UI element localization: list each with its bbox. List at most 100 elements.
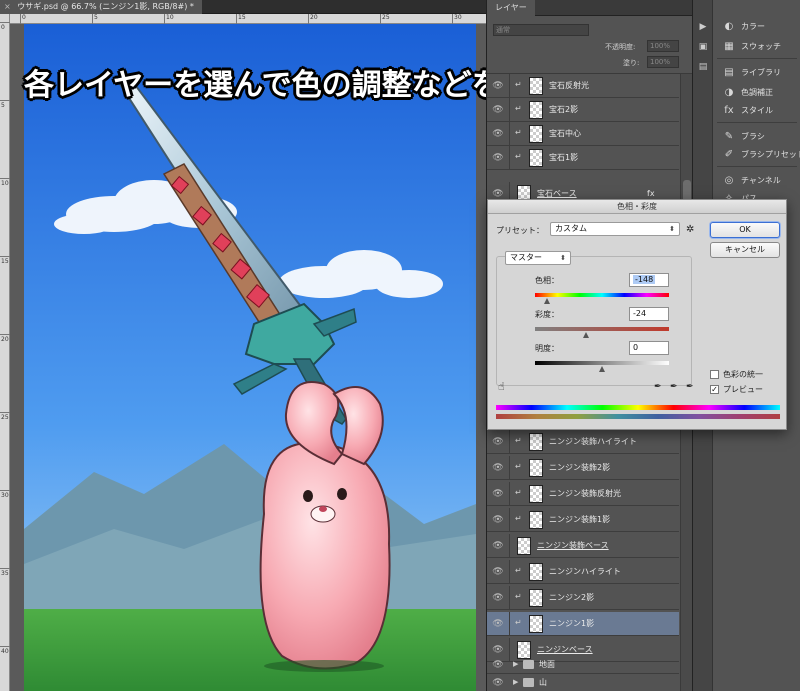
visibility-eye-icon[interactable]: 👁 [491,128,505,140]
layer-name[interactable]: ニンジン装飾2影 [549,456,610,480]
layer-row[interactable]: 👁 ↵ ニンジン装飾反射光 [487,482,679,506]
layer-name[interactable]: ニンジン2影 [549,586,594,610]
ruler-horizontal[interactable]: 0 5 10 15 20 25 30 [10,14,486,24]
layer-thumbnail[interactable] [529,485,543,503]
visibility-eye-icon[interactable]: 👁 [491,488,505,500]
layer-thumbnail[interactable] [517,537,531,555]
dock-panel-button[interactable]: fx スタイル [717,102,799,120]
expand-triangle-icon[interactable]: ▶ [513,678,518,686]
layer-name[interactable]: ニンジン装飾ベース [537,534,609,558]
opacity-field[interactable]: 100% [647,40,679,52]
saturation-slider[interactable] [535,327,669,338]
dock-panel-button[interactable]: ▤ ライブラリ [717,64,799,82]
layer-thumbnail[interactable] [529,563,543,581]
layer-row[interactable]: 👁 ↵ ニンジン装飾ハイライト [487,430,679,454]
layer-row[interactable]: 👁 ↵ ニンジン2影 [487,586,679,610]
tab-layers[interactable]: レイヤー [487,0,535,16]
colorize-checkbox[interactable] [710,370,719,379]
layer-row[interactable]: 👁 ニンジン装飾ベース [487,534,679,558]
layer-name[interactable]: ニンジンハイライト [549,560,621,584]
close-icon[interactable]: × [4,2,11,11]
channel-select[interactable]: マスター ⬍ [505,251,571,265]
fill-field[interactable]: 100% [647,56,679,68]
layer-name[interactable]: ニンジン装飾ハイライト [549,430,637,454]
history-icon[interactable]: ▣ [698,42,708,52]
layer-thumbnail[interactable] [529,101,543,119]
layer-row[interactable]: 👁 ↵ 宝石1影 [487,146,679,170]
eyedropper-icon[interactable]: ✒ [654,382,662,392]
dock-panel-button[interactable]: ✐ ブラシプリセット [717,146,800,164]
group-name[interactable]: 山 [539,674,547,691]
layer-name[interactable]: 宝石1影 [549,146,578,170]
lightness-slider-knob[interactable] [599,366,605,372]
layer-row[interactable]: 👁 ↵ ニンジン装飾2影 [487,456,679,480]
layer-name[interactable]: 宝石2影 [549,98,578,122]
layer-row[interactable]: 👁 ↵ 宝石中心 [487,122,679,146]
layer-name[interactable]: 宝石中心 [549,122,581,146]
layer-row[interactable]: 👁 ↵ 宝石反射光 [487,74,679,98]
dock-panel-button[interactable]: ▦ スウォッチ [717,38,799,56]
layer-thumbnail[interactable] [529,459,543,477]
layer-thumbnail[interactable] [529,433,543,451]
saturation-input[interactable]: -24 [629,307,669,321]
info-icon[interactable]: ▤ [698,62,708,72]
layer-row[interactable]: 👁 ↵ ニンジン装飾1影 [487,508,679,532]
expand-triangle-icon[interactable]: ▶ [513,660,518,668]
eye-divider [509,508,510,532]
visibility-eye-icon[interactable]: 👁 [491,644,505,656]
eyedropper-plus-icon[interactable]: ✒ [670,382,678,392]
layer-name[interactable]: ニンジン1影 [549,612,594,636]
preset-value: カスタム [555,224,587,233]
visibility-eye-icon[interactable]: 👁 [491,104,505,116]
layer-thumbnail[interactable] [529,615,543,633]
layer-thumbnail[interactable] [529,149,543,167]
eyedropper-minus-icon[interactable]: ✒ [686,382,694,392]
visibility-eye-icon[interactable]: 👁 [491,152,505,164]
artwork[interactable] [24,24,476,691]
layer-thumbnail[interactable] [529,125,543,143]
dock-panel-button[interactable]: ◐ カラー [717,18,799,36]
visibility-eye-icon[interactable]: 👁 [491,462,505,474]
visibility-eye-icon[interactable]: 👁 [491,618,505,630]
layer-group-row[interactable]: 👁 ▶ 地面 [487,656,679,674]
hue-slider-knob[interactable] [544,298,551,304]
visibility-eye-icon[interactable]: 👁 [491,592,505,604]
preset-select[interactable]: カスタム ⬍ [550,222,680,236]
document-tab[interactable]: × ウサギ.psd @ 66.7% (ニンジン1影, RGB/8#) * [0,0,202,14]
blend-mode-select[interactable]: 通常 [493,24,589,36]
visibility-eye-icon[interactable]: 👁 [491,659,505,671]
layer-row[interactable]: 👁 ↵ ニンジンハイライト [487,560,679,584]
layer-thumbnail[interactable] [529,77,543,95]
cancel-button[interactable]: キャンセル [710,242,780,258]
layer-row[interactable]: 👁 ↵ 宝石2影 [487,98,679,122]
lightness-input[interactable]: 0 [629,341,669,355]
layer-name[interactable]: ニンジン装飾1影 [549,508,610,532]
layer-name[interactable]: 宝石反射光 [549,74,589,98]
group-name[interactable]: 地面 [539,656,555,674]
layer-name[interactable]: ニンジン装飾反射光 [549,482,621,506]
visibility-eye-icon[interactable]: 👁 [491,540,505,552]
layer-thumbnail[interactable] [529,511,543,529]
on-image-adjust-hand-icon[interactable]: ☝ [498,380,505,393]
ruler-vertical[interactable]: 0 5 10 15 20 25 30 35 40 [0,14,10,691]
canvas-area[interactable]: 各レイヤーを選んで色の調整などを行い… [10,24,486,691]
layer-row[interactable]: 👁 ↵ ニンジン1影 [487,612,679,636]
preset-options-gear-icon[interactable]: ✲ [686,224,694,235]
lightness-slider[interactable] [535,361,669,372]
layer-thumbnail[interactable] [529,589,543,607]
visibility-eye-icon[interactable]: 👁 [491,436,505,448]
visibility-eye-icon[interactable]: 👁 [491,677,505,689]
hue-slider[interactable] [535,293,669,304]
dock-panel-button[interactable]: ◑ 色調補正 [717,84,799,102]
hue-input[interactable]: -148 [629,273,669,287]
visibility-eye-icon[interactable]: 👁 [491,514,505,526]
visibility-eye-icon[interactable]: 👁 [491,80,505,92]
dock-panel-button[interactable]: ◎ チャンネル [717,172,799,190]
preview-checkbox[interactable]: ✓ [710,385,719,394]
layer-group-row[interactable]: 👁 ▶ 山 [487,674,679,691]
dock-panel-button[interactable]: ✎ ブラシ [717,128,799,146]
saturation-slider-knob[interactable] [582,332,589,338]
play-icon[interactable]: ▶ [698,22,708,32]
ok-button[interactable]: OK [710,222,780,238]
visibility-eye-icon[interactable]: 👁 [491,566,505,578]
